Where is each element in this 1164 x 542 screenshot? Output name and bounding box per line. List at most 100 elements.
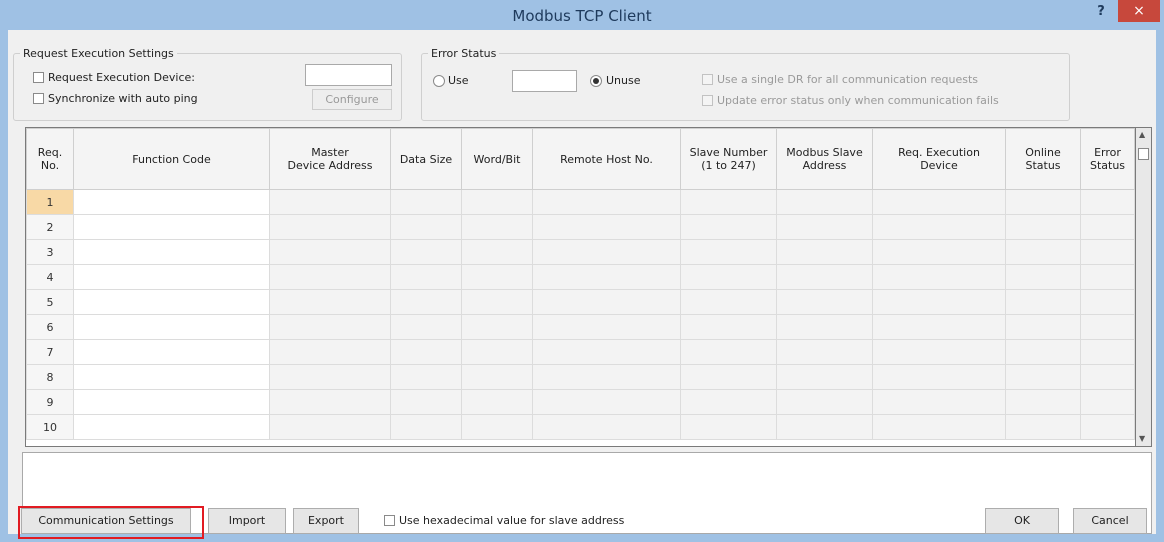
table-cell[interactable]: [776, 339, 873, 365]
table-row[interactable]: 9: [26, 389, 1135, 415]
table-row[interactable]: 7: [26, 339, 1135, 365]
table-cell[interactable]: [1005, 339, 1081, 365]
table-cell[interactable]: [776, 239, 873, 265]
table-cell[interactable]: [461, 414, 533, 440]
table-cell[interactable]: [73, 389, 270, 415]
table-cell[interactable]: [73, 339, 270, 365]
table-cell[interactable]: [461, 264, 533, 290]
table-cell[interactable]: [390, 239, 462, 265]
row-number-cell[interactable]: 7: [26, 339, 74, 365]
row-number-cell[interactable]: 3: [26, 239, 74, 265]
table-cell[interactable]: [461, 239, 533, 265]
table-cell[interactable]: [1080, 414, 1135, 440]
table-cell[interactable]: [776, 389, 873, 415]
table-cell[interactable]: [1080, 239, 1135, 265]
table-cell[interactable]: [532, 314, 681, 340]
error-status-field[interactable]: [512, 70, 577, 92]
table-cell[interactable]: [532, 214, 681, 240]
table-cell[interactable]: [680, 314, 777, 340]
table-row[interactable]: 6: [26, 314, 1135, 340]
table-cell[interactable]: [73, 364, 270, 390]
auto-ping-checkbox[interactable]: [33, 93, 44, 104]
table-cell[interactable]: [269, 364, 391, 390]
table-cell[interactable]: [872, 189, 1006, 215]
table-cell[interactable]: [776, 364, 873, 390]
table-cell[interactable]: [1005, 264, 1081, 290]
table-cell[interactable]: [532, 239, 681, 265]
table-cell[interactable]: [1080, 289, 1135, 315]
row-number-cell[interactable]: 6: [26, 314, 74, 340]
table-cell[interactable]: [680, 239, 777, 265]
table-cell[interactable]: [1005, 414, 1081, 440]
row-number-cell[interactable]: 5: [26, 289, 74, 315]
table-cell[interactable]: [776, 264, 873, 290]
table-cell[interactable]: [872, 289, 1006, 315]
scroll-down-arrow-icon[interactable]: ▼: [1139, 434, 1145, 443]
table-cell[interactable]: [776, 314, 873, 340]
table-cell[interactable]: [1005, 314, 1081, 340]
use-radio[interactable]: [433, 75, 445, 87]
row-number-cell[interactable]: 1: [26, 189, 74, 215]
request-execution-device-checkbox[interactable]: [33, 72, 44, 83]
table-cell[interactable]: [1005, 214, 1081, 240]
table-row[interactable]: 1: [26, 189, 1135, 215]
configure-button[interactable]: Configure: [312, 89, 392, 110]
unuse-radio[interactable]: [590, 75, 602, 87]
table-cell[interactable]: [1080, 314, 1135, 340]
table-cell[interactable]: [269, 314, 391, 340]
table-cell[interactable]: [461, 389, 533, 415]
request-table[interactable]: Req. No. Function Code Master Device Address…: [25, 127, 1136, 447]
table-cell[interactable]: [269, 189, 391, 215]
table-cell[interactable]: [461, 189, 533, 215]
table-cell[interactable]: [461, 314, 533, 340]
table-cell[interactable]: [461, 289, 533, 315]
row-number-cell[interactable]: 9: [26, 389, 74, 415]
table-row[interactable]: 10: [26, 414, 1135, 440]
table-cell[interactable]: [461, 364, 533, 390]
table-cell[interactable]: [269, 214, 391, 240]
table-cell[interactable]: [872, 339, 1006, 365]
table-cell[interactable]: [680, 364, 777, 390]
table-cell[interactable]: [776, 414, 873, 440]
table-cell[interactable]: [390, 414, 462, 440]
table-scrollbar[interactable]: ▲ ▼: [1136, 127, 1152, 447]
row-number-cell[interactable]: 4: [26, 264, 74, 290]
hex-slave-address-checkbox[interactable]: [384, 515, 395, 526]
table-cell[interactable]: [532, 389, 681, 415]
table-cell[interactable]: [680, 339, 777, 365]
scroll-up-arrow-icon[interactable]: ▲: [1139, 130, 1145, 139]
table-cell[interactable]: [1080, 214, 1135, 240]
table-cell[interactable]: [461, 339, 533, 365]
help-button[interactable]: ?: [1088, 4, 1114, 24]
close-button[interactable]: ×: [1118, 0, 1160, 22]
table-cell[interactable]: [680, 214, 777, 240]
table-cell[interactable]: [461, 214, 533, 240]
table-cell[interactable]: [776, 189, 873, 215]
table-cell[interactable]: [776, 214, 873, 240]
table-cell[interactable]: [1080, 339, 1135, 365]
row-number-cell[interactable]: 10: [26, 414, 74, 440]
table-cell[interactable]: [1080, 189, 1135, 215]
table-cell[interactable]: [680, 389, 777, 415]
table-row[interactable]: 4: [26, 264, 1135, 290]
table-cell[interactable]: [872, 389, 1006, 415]
table-cell[interactable]: [269, 239, 391, 265]
table-cell[interactable]: [532, 364, 681, 390]
row-number-cell[interactable]: 2: [26, 214, 74, 240]
table-cell[interactable]: [269, 389, 391, 415]
table-cell[interactable]: [680, 264, 777, 290]
row-number-cell[interactable]: 8: [26, 364, 74, 390]
update-error-status-checkbox[interactable]: [702, 95, 713, 106]
table-cell[interactable]: [532, 264, 681, 290]
table-cell[interactable]: [532, 339, 681, 365]
request-execution-device-field[interactable]: [305, 64, 392, 86]
table-cell[interactable]: [73, 414, 270, 440]
table-cell[interactable]: [532, 289, 681, 315]
table-cell[interactable]: [269, 339, 391, 365]
table-cell[interactable]: [73, 239, 270, 265]
table-cell[interactable]: [872, 314, 1006, 340]
table-cell[interactable]: [532, 189, 681, 215]
table-cell[interactable]: [390, 389, 462, 415]
ok-button[interactable]: OK: [985, 508, 1059, 534]
table-row[interactable]: 8: [26, 364, 1135, 390]
